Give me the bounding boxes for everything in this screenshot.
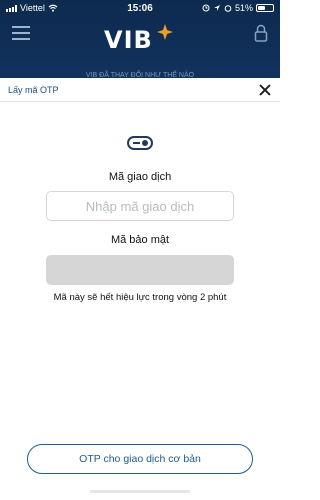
home-indicator	[90, 490, 190, 493]
basic-otp-button[interactable]: OTP cho giao dịch cơ bản	[27, 444, 253, 474]
alarm-icon	[202, 4, 210, 12]
close-icon[interactable]	[258, 83, 272, 97]
otp-sheet: Lấy mã OTP Mã giao dịch Mã bảo mật Mã nà…	[0, 78, 280, 500]
status-bar: Viettel 15:06 51%	[0, 0, 280, 16]
security-code-label: Mã bảo mật	[110, 234, 170, 246]
vib-logo-mark	[157, 24, 173, 40]
app-header: VIB	[0, 16, 280, 74]
sheet-header: Lấy mã OTP	[0, 78, 280, 102]
battery-percent: 51%	[234, 3, 253, 13]
lock-icon[interactable]	[254, 24, 268, 42]
clock: 15:06	[127, 2, 153, 14]
alarm-clock-icon	[224, 5, 232, 12]
location-icon	[213, 5, 220, 11]
vib-logo: VIB	[104, 26, 153, 54]
security-code-field	[46, 255, 234, 285]
carrier-label: Viettel	[20, 3, 45, 13]
wifi-icon	[48, 4, 58, 12]
transaction-code-input[interactable]	[46, 191, 234, 221]
menu-icon[interactable]	[12, 26, 30, 40]
otp-key-icon	[127, 136, 153, 150]
sheet-title: Lấy mã OTP	[8, 84, 59, 95]
signal-icon	[6, 4, 17, 12]
battery-icon	[256, 4, 274, 12]
transaction-code-label: Mã giao dịch	[108, 171, 172, 183]
validity-note: Mã này sẽ hết hiệu lực trong vòng 2 phút	[53, 292, 227, 303]
